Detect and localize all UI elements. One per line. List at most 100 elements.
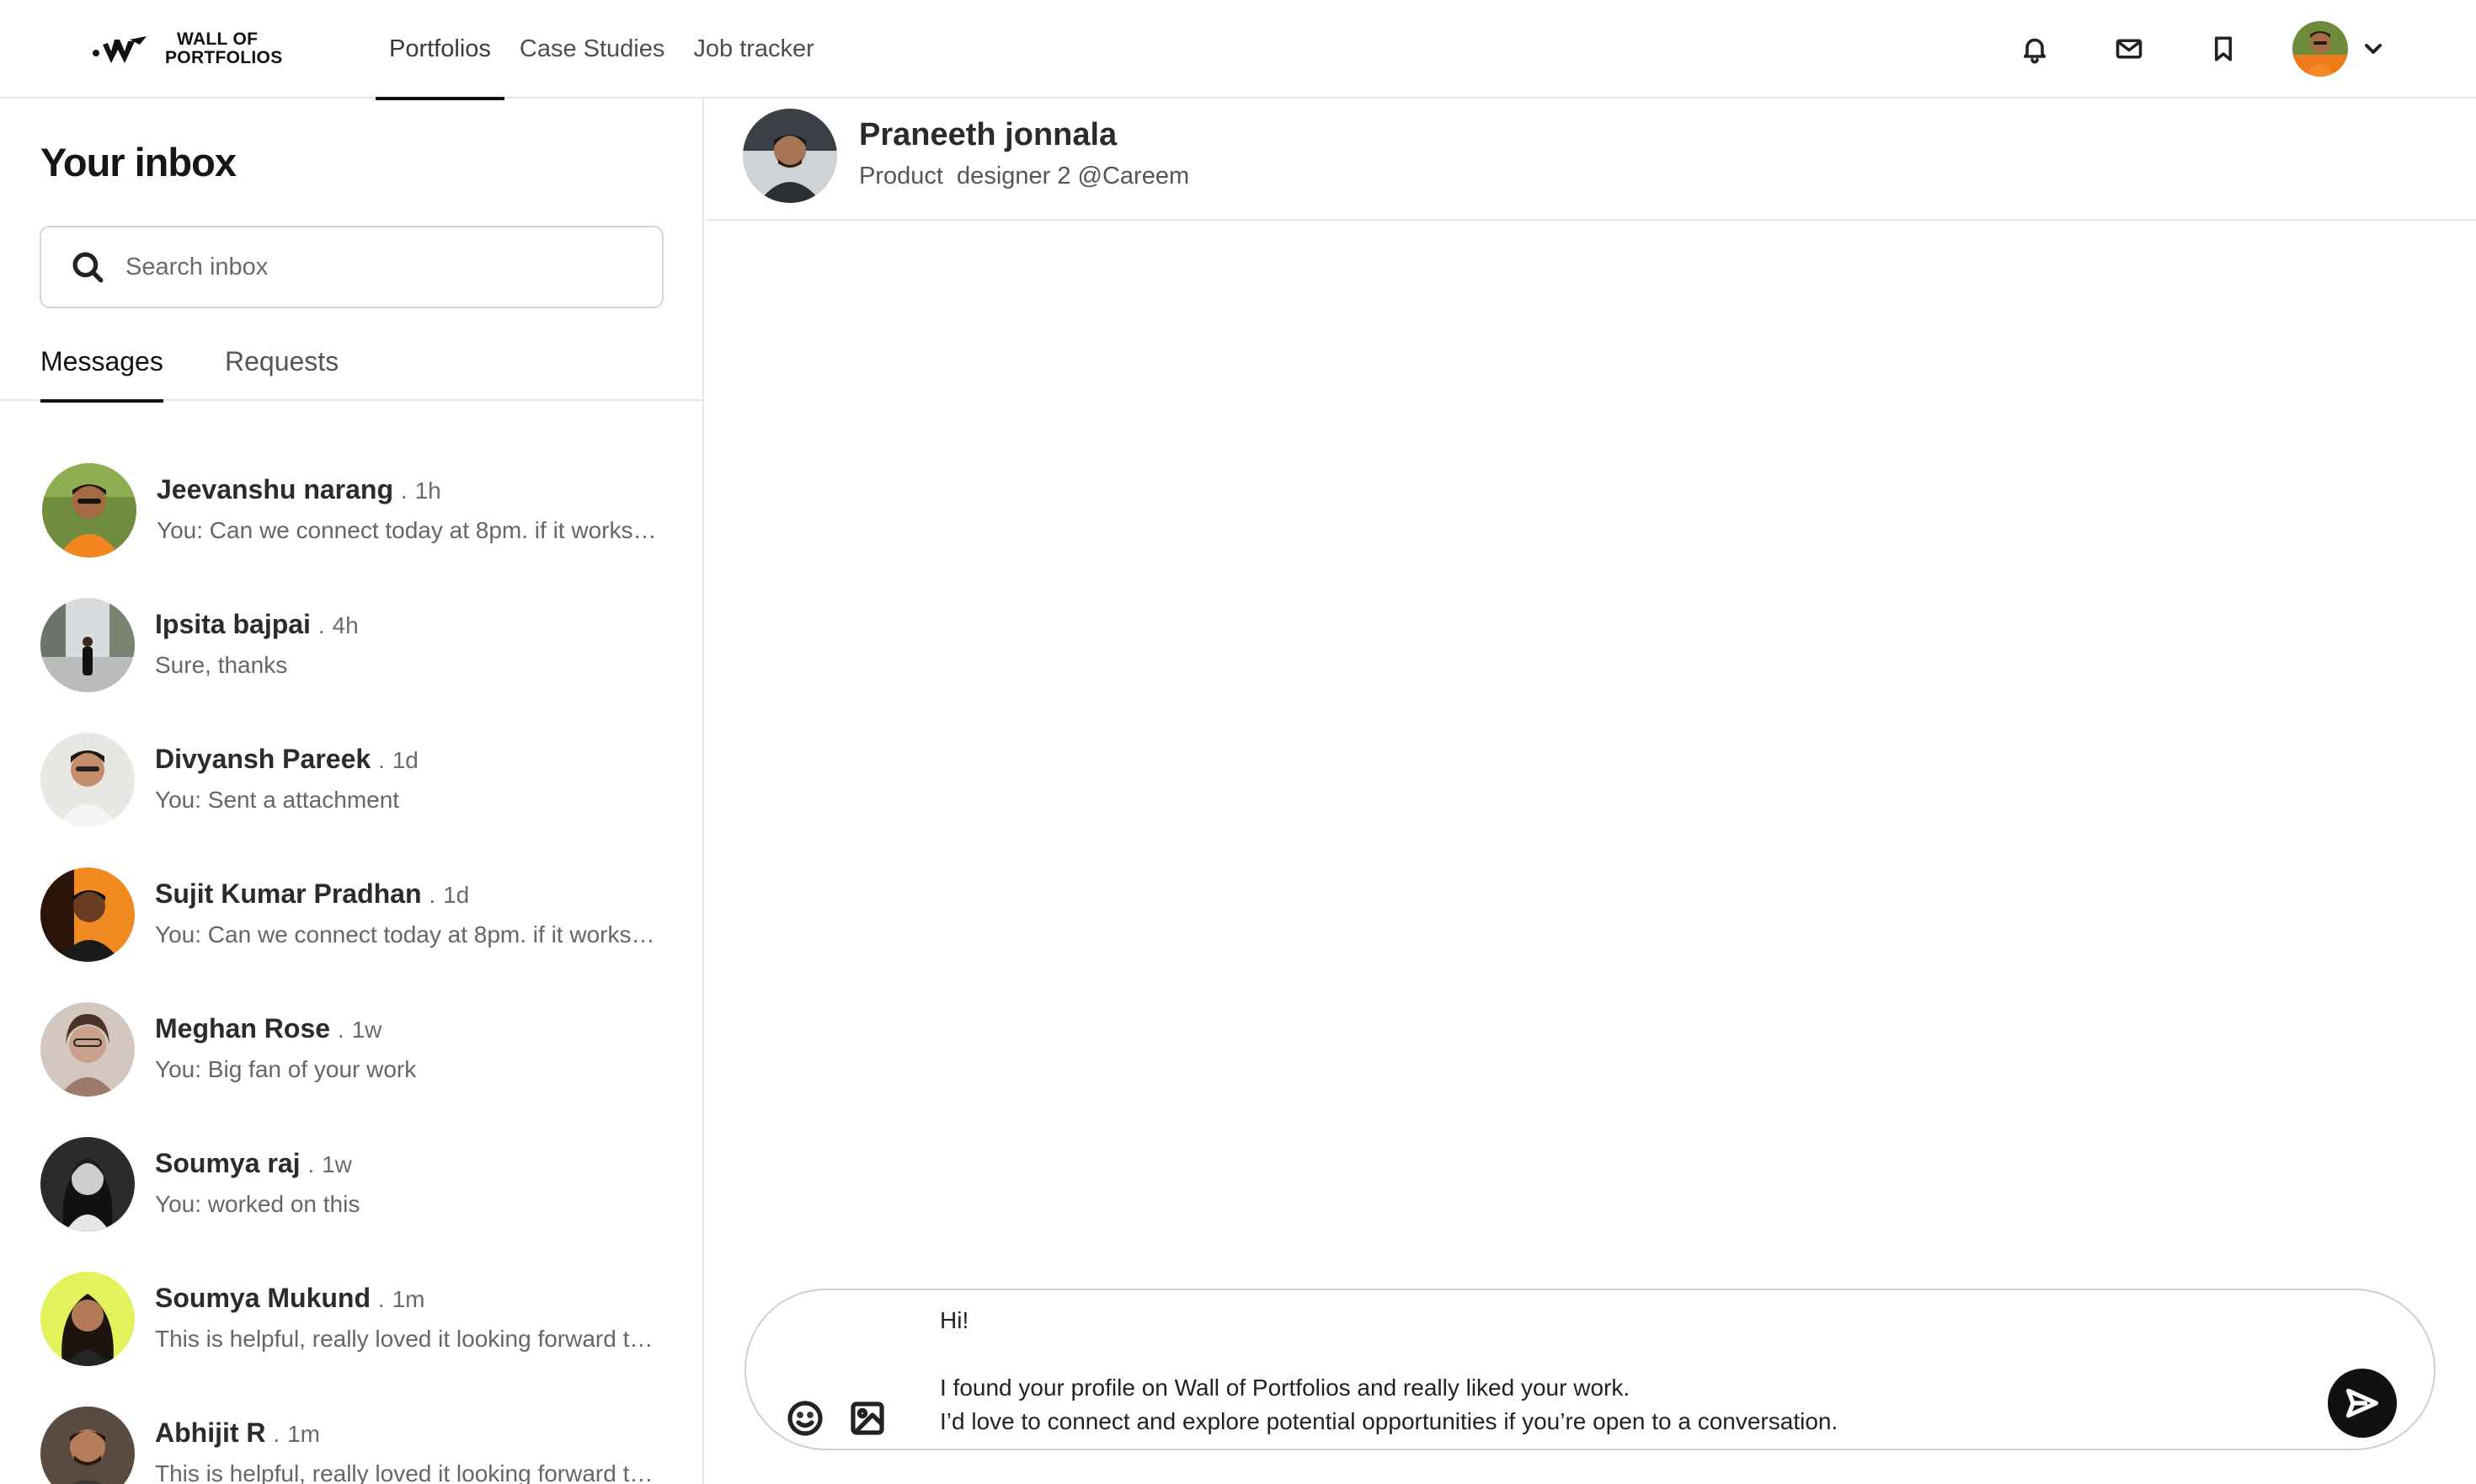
- composer-line: I’d love to connect and explore potentia…: [940, 1408, 1838, 1434]
- send-button[interactable]: [2328, 1369, 2397, 1438]
- message-preview: Sure, thanks: [155, 652, 288, 678]
- timestamp: 4h: [332, 612, 359, 638]
- brand-logo[interactable]: WALL OF PORTFOLIOS: [91, 25, 283, 72]
- conversation-item[interactable]: Ipsita bajpai . 4h Sure, thanks: [0, 570, 702, 705]
- avatar-image: [40, 1407, 135, 1484]
- conversation-text: Divyansh Pareek . 1d You: Sent a attachm…: [155, 744, 677, 814]
- contact-name: Jeevanshu narang: [157, 474, 393, 504]
- conversation-text: Ipsita bajpai . 4h Sure, thanks: [155, 609, 677, 679]
- avatar-image: [40, 1002, 135, 1097]
- avatar-image: [40, 1137, 135, 1231]
- conversation-item[interactable]: Divyansh Pareek . 1d You: Sent a attachm…: [0, 705, 702, 840]
- contact-avatar[interactable]: [743, 109, 837, 203]
- message-composer[interactable]: Hi! I found your profile on Wall of Port…: [744, 1289, 2436, 1450]
- contact-subtitle: Product designer 2 @Careem: [859, 163, 1190, 190]
- nav-case-studies[interactable]: Case Studies: [506, 0, 679, 99]
- timestamp: 1w: [322, 1151, 352, 1177]
- bell-icon: [2023, 38, 2046, 64]
- separator: .: [318, 612, 325, 638]
- send-icon: [2345, 1388, 2379, 1418]
- tab-messages[interactable]: Messages: [40, 336, 163, 403]
- nav-actions: [1959, 19, 2387, 79]
- chevron-down-icon: [2365, 44, 2382, 54]
- contact-name: Soumya raj: [155, 1148, 301, 1178]
- conversation-item[interactable]: Jeevanshu narang . 1h You: Can we connec…: [0, 435, 702, 570]
- avatar-image: [40, 733, 135, 827]
- separator: .: [273, 1421, 280, 1447]
- avatar-image: [40, 1272, 135, 1366]
- separator: .: [429, 882, 436, 908]
- conversation-item[interactable]: Meghan Rose . 1w You: Big fan of your wo…: [0, 974, 702, 1109]
- message-preview: You: worked on this: [155, 1191, 360, 1217]
- message-preview: You: Sent a attachment: [155, 787, 400, 813]
- conversation-item[interactable]: Sujit Kumar Pradhan . 1d You: Can we con…: [0, 840, 702, 974]
- conversation-text: Sujit Kumar Pradhan . 1d You: Can we con…: [155, 878, 677, 948]
- chat-header: Praneeth jonnala Product designer 2 @Car…: [706, 99, 2476, 221]
- message-preview: You: Can we connect today at 8pm. if it …: [157, 517, 662, 543]
- message-preview: This is helpful, really loved it looking…: [155, 1460, 660, 1484]
- composer-line: Hi!: [940, 1307, 969, 1333]
- avatar: [40, 867, 135, 962]
- contact-name[interactable]: Praneeth jonnala: [859, 117, 1117, 153]
- nav-portfolios[interactable]: Portfolios: [376, 0, 504, 100]
- timestamp: 1w: [351, 1017, 382, 1043]
- image-icon: [851, 1401, 884, 1435]
- nav-job-tracker[interactable]: Job tracker: [680, 0, 827, 99]
- message-preview: You: Can we connect today at 8pm. if it …: [155, 921, 660, 948]
- notifications-button[interactable]: [2016, 30, 2053, 67]
- conversation-text: Soumya Mukund . 1m This is helpful, real…: [155, 1283, 677, 1353]
- timestamp: 1m: [392, 1286, 425, 1312]
- emoji-icon: [787, 1401, 823, 1436]
- conversation-item[interactable]: Abhijit R . 1m This is helpful, really l…: [0, 1379, 702, 1484]
- timestamp: 1h: [414, 478, 441, 504]
- page-title: Your inbox: [40, 140, 237, 184]
- separator: .: [377, 1286, 385, 1312]
- composer-input[interactable]: Hi! I found your profile on Wall of Port…: [940, 1304, 2203, 1439]
- contact-name: Sujit Kumar Pradhan: [155, 878, 422, 909]
- separator: .: [307, 1151, 315, 1177]
- separator: .: [400, 478, 408, 504]
- mail-icon: [2116, 39, 2142, 59]
- user-avatar[interactable]: [2292, 21, 2348, 77]
- wall-of-portfolios-logo-icon: [93, 36, 147, 63]
- conversation-item[interactable]: Soumya Mukund . 1m This is helpful, real…: [0, 1244, 702, 1379]
- inbox-tabs: Messages Requests: [0, 336, 702, 403]
- conversation-item[interactable]: Soumya raj . 1w You: worked on this: [0, 1109, 702, 1244]
- avatar-image: [40, 867, 135, 962]
- avatar-image: [743, 109, 837, 203]
- separator: .: [378, 747, 385, 773]
- inbox-sidebar: Your inbox Messages Requests: [0, 99, 704, 1484]
- separator: .: [337, 1017, 344, 1043]
- message-preview: This is helpful, really loved it looking…: [155, 1326, 660, 1352]
- messages-button[interactable]: [2110, 30, 2148, 67]
- avatar-image: [2292, 21, 2348, 77]
- conversation-text: Jeevanshu narang . 1h You: Can we connec…: [157, 474, 679, 544]
- brand-line2: PORTFOLIOS: [165, 48, 283, 67]
- emoji-button[interactable]: [785, 1398, 825, 1439]
- conversation-text: Meghan Rose . 1w You: Big fan of your wo…: [155, 1013, 677, 1083]
- message-preview: You: Big fan of your work: [155, 1056, 417, 1082]
- avatar-image: [42, 463, 136, 558]
- attach-image-button[interactable]: [847, 1398, 888, 1439]
- avatar: [40, 1137, 135, 1231]
- brand-line1: WALL OF: [177, 29, 259, 49]
- brand-wordmark: WALL OF PORTFOLIOS: [165, 30, 283, 67]
- account-menu-toggle[interactable]: [2360, 35, 2387, 62]
- conversation-list: Jeevanshu narang . 1h You: Can we connec…: [0, 435, 702, 1484]
- avatar-image: [40, 598, 135, 692]
- conversation-text: Abhijit R . 1m This is helpful, really l…: [155, 1417, 677, 1484]
- contact-name: Ipsita bajpai: [155, 609, 311, 639]
- timestamp: 1d: [443, 882, 470, 908]
- contact-name: Meghan Rose: [155, 1013, 331, 1044]
- saved-button[interactable]: [2205, 30, 2242, 67]
- timestamp: 1d: [392, 747, 419, 773]
- search-icon: [72, 252, 104, 283]
- contact-name: Abhijit R: [155, 1417, 266, 1448]
- search-input[interactable]: [125, 253, 631, 281]
- avatar: [40, 598, 135, 692]
- search-box[interactable]: [40, 226, 664, 308]
- primary-nav: Portfolios Case Studies Job tracker: [376, 0, 830, 100]
- tab-requests[interactable]: Requests: [225, 336, 339, 401]
- avatar: [40, 733, 135, 827]
- timestamp: 1m: [287, 1421, 320, 1447]
